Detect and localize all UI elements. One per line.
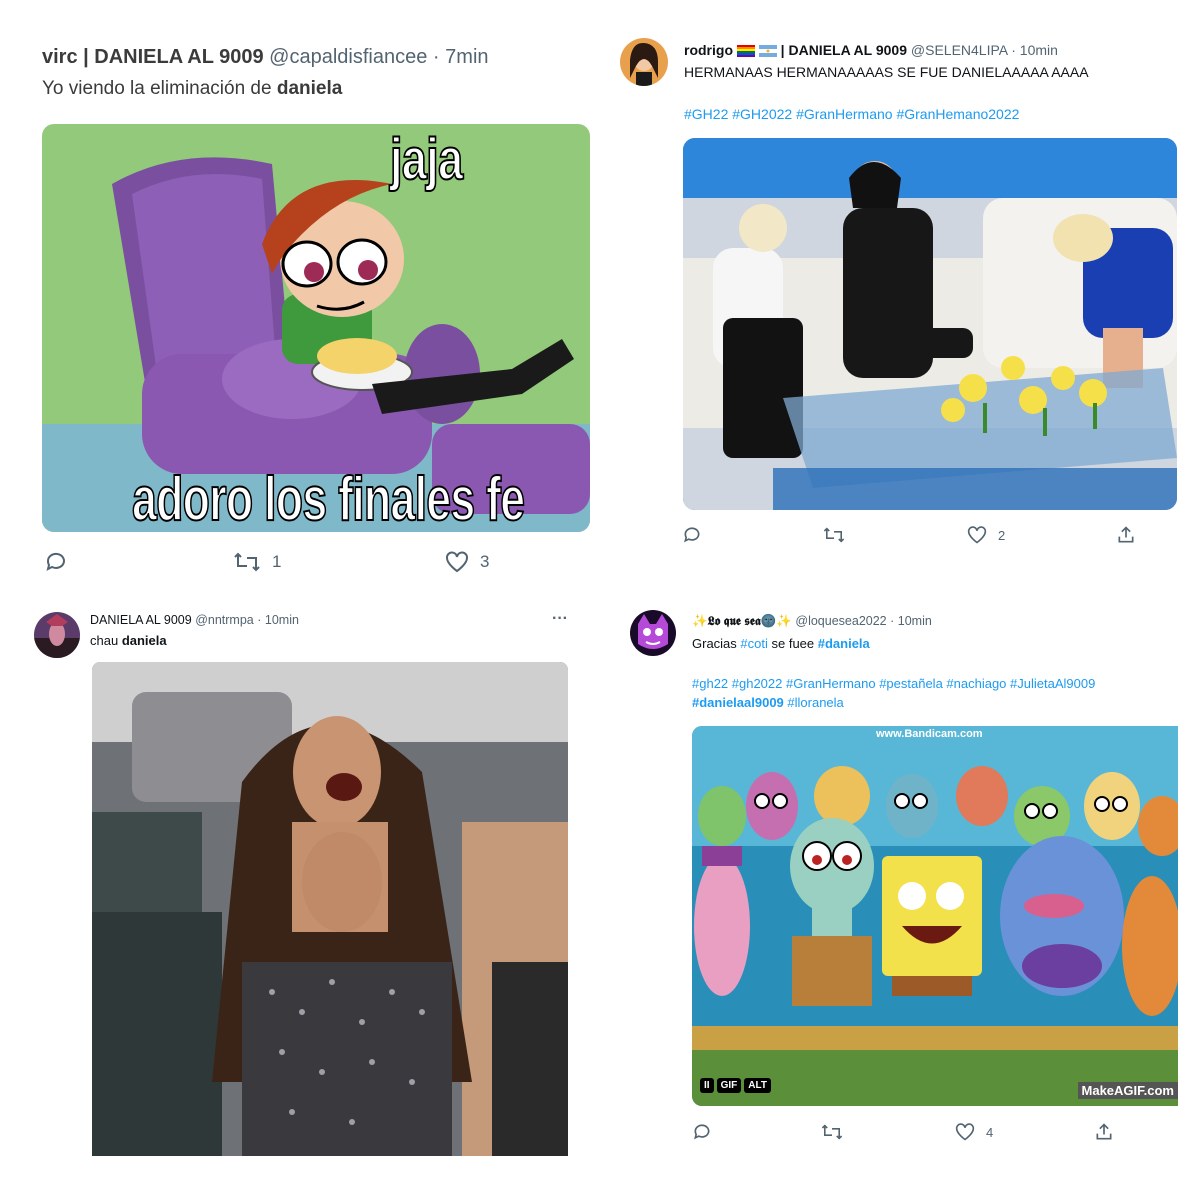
separator-dot: · bbox=[1011, 42, 1016, 58]
like-count: 4 bbox=[986, 1124, 994, 1140]
reply-icon bbox=[694, 1124, 710, 1140]
reply-icon bbox=[684, 527, 700, 543]
reply-button[interactable] bbox=[682, 525, 702, 545]
tweet-header: rodrigo | DANIELA AL 9009 @SELEN4LIPA · … bbox=[684, 42, 1058, 58]
bandicam-watermark: www.Bandicam.com bbox=[876, 728, 983, 740]
author-handle[interactable]: @SELEN4LIPA bbox=[911, 42, 1007, 58]
tweet-header: DANIELA AL 9009 @nntrmpa · 10min bbox=[90, 613, 299, 627]
tweet-header: virc | DANIELA AL 9009 @capaldisfiancee … bbox=[42, 46, 489, 69]
crying-woman-gif[interactable] bbox=[92, 662, 568, 1156]
makeagif-watermark: MakeAGIF.com bbox=[1077, 1082, 1178, 1099]
retweet-button[interactable] bbox=[822, 525, 856, 545]
tweet-text-bold: daniela bbox=[121, 633, 167, 648]
heart-icon bbox=[955, 1123, 975, 1141]
hashtag-lloranela[interactable]: #lloranela bbox=[784, 695, 843, 710]
timestamp[interactable]: 7min bbox=[445, 46, 488, 68]
tweet-text: Yo viendo la eliminación de daniela bbox=[42, 78, 342, 100]
reply-icon bbox=[46, 552, 65, 571]
timestamp[interactable]: 10min bbox=[1020, 42, 1058, 58]
tweet-card-loquesea[interactable]: ✨𝕷𝖔 𝖖𝖚𝖊 𝖘𝖊𝖆🌚✨ @loquesea2022 · 10min Grac… bbox=[612, 596, 1178, 1144]
tweet-text: HERMANAAS HERMANAAAAAS SE FUE DANIELAAAA… bbox=[684, 64, 1089, 80]
hashtags-line-1[interactable]: #gh22 #gh2022 #GranHermano #pestañela #n… bbox=[692, 676, 1095, 691]
share-icon bbox=[1096, 1123, 1112, 1140]
author-handle[interactable]: @nntrmpa bbox=[195, 613, 254, 627]
timestamp[interactable]: 10min bbox=[265, 613, 299, 627]
spongebob-gif[interactable]: www.Bandicam.com II GIF ALT MakeAGIF.com bbox=[692, 726, 1178, 1106]
tweet-text: chau daniela bbox=[90, 633, 167, 648]
tweet-text-mid: se fuee bbox=[767, 636, 818, 651]
tv-studio-photo bbox=[683, 138, 1177, 510]
hashtag-danielaal9009[interactable]: #danielaal9009 bbox=[692, 695, 784, 710]
retweet-count: 1 bbox=[272, 552, 282, 571]
crying-woman-photo bbox=[92, 662, 568, 1156]
argentina-flag-icon bbox=[758, 45, 777, 57]
avatar[interactable] bbox=[630, 610, 676, 656]
tweet-card-rodrigo[interactable]: rodrigo | DANIELA AL 9009 @SELEN4LIPA · … bbox=[612, 28, 1178, 560]
retweet-button[interactable]: 1 bbox=[232, 550, 281, 574]
hashtag-coti[interactable]: #coti bbox=[740, 636, 767, 651]
author-handle[interactable]: @loquesea2022 bbox=[795, 614, 886, 628]
retweet-icon bbox=[823, 527, 845, 543]
rainbow-flag-icon bbox=[736, 45, 755, 57]
author-name[interactable]: virc | DANIELA AL 9009 bbox=[42, 46, 264, 68]
timestamp[interactable]: 10min bbox=[898, 614, 932, 628]
retweet-icon bbox=[821, 1124, 843, 1140]
hashtags[interactable]: #GH22 #GH2022 #GranHermano #GranHemano20… bbox=[684, 106, 1019, 122]
share-button[interactable] bbox=[1094, 1122, 1114, 1142]
hashtags-line-2: #danielaal9009 #lloranela bbox=[692, 695, 844, 710]
tweet-card-virc[interactable]: virc | DANIELA AL 9009 @capaldisfiancee … bbox=[22, 22, 600, 582]
author-name[interactable]: DANIELA AL 9009 bbox=[90, 613, 192, 627]
spongebob-crowd-illustration bbox=[692, 726, 1178, 1106]
like-count: 2 bbox=[998, 527, 1006, 543]
hashtag-daniela[interactable]: #daniela bbox=[818, 636, 870, 651]
author-handle[interactable]: @capaldisfiancee bbox=[269, 46, 427, 68]
tweet-text-bold: daniela bbox=[276, 78, 343, 99]
avatar-image bbox=[620, 38, 668, 86]
share-icon bbox=[1118, 526, 1134, 543]
tweet-text-prefix: chau bbox=[90, 633, 122, 648]
reply-button[interactable] bbox=[692, 1122, 712, 1142]
avatar-image bbox=[630, 610, 676, 656]
separator-dot: · bbox=[432, 46, 440, 68]
alt-badge[interactable]: ALT bbox=[744, 1078, 771, 1093]
share-button[interactable] bbox=[1116, 525, 1136, 545]
tweet-actions: 1 3 bbox=[22, 550, 600, 580]
gif-badge: GIF bbox=[716, 1078, 742, 1093]
author-name-rest[interactable]: | DANIELA AL 9009 bbox=[781, 42, 907, 58]
tweet-actions: 2 bbox=[612, 525, 1178, 555]
tweet-text-prefix: Gracias bbox=[692, 636, 741, 651]
like-button[interactable]: 4 bbox=[954, 1122, 993, 1142]
tv-show-image[interactable] bbox=[683, 138, 1177, 510]
separator-dot: · bbox=[257, 613, 262, 627]
author-name[interactable]: rodrigo bbox=[684, 42, 733, 58]
like-count: 3 bbox=[480, 552, 490, 571]
separator-dot: · bbox=[890, 614, 895, 628]
meme-image[interactable]: jaja adoro los finales fe bbox=[42, 124, 590, 532]
meme-caption-bottom: adoro los finales fe bbox=[131, 464, 526, 532]
tweet-header: ✨𝕷𝖔 𝖖𝖚𝖊 𝖘𝖊𝖆🌚✨ @loquesea2022 · 10min bbox=[692, 614, 932, 629]
avatar[interactable] bbox=[620, 38, 668, 86]
heart-icon bbox=[967, 526, 987, 544]
meme-caption-top: jaja bbox=[389, 126, 464, 193]
media-badges: II GIF ALT bbox=[700, 1078, 771, 1093]
retweet-icon bbox=[234, 552, 260, 572]
heart-icon bbox=[446, 551, 468, 573]
reply-button[interactable] bbox=[44, 550, 78, 574]
tweet-card-nntrmpa[interactable]: DANIELA AL 9009 @nntrmpa · 10min ··· cha… bbox=[22, 602, 588, 1158]
pause-button[interactable]: II bbox=[700, 1078, 714, 1093]
like-button[interactable]: 2 bbox=[966, 525, 1005, 545]
tweet-actions: 4 bbox=[612, 1122, 1178, 1144]
more-options-button[interactable]: ··· bbox=[552, 610, 568, 628]
tweet-text: Gracias #coti se fuee #daniela bbox=[692, 636, 870, 651]
author-name[interactable]: ✨𝕷𝖔 𝖖𝖚𝖊 𝖘𝖊𝖆🌚✨ bbox=[692, 614, 792, 628]
tweet-text-prefix: Yo viendo la eliminación de bbox=[42, 78, 277, 99]
avatar-image bbox=[34, 612, 80, 658]
avatar[interactable] bbox=[34, 612, 80, 658]
like-button[interactable]: 3 bbox=[444, 550, 489, 574]
retweet-button[interactable] bbox=[820, 1122, 854, 1142]
